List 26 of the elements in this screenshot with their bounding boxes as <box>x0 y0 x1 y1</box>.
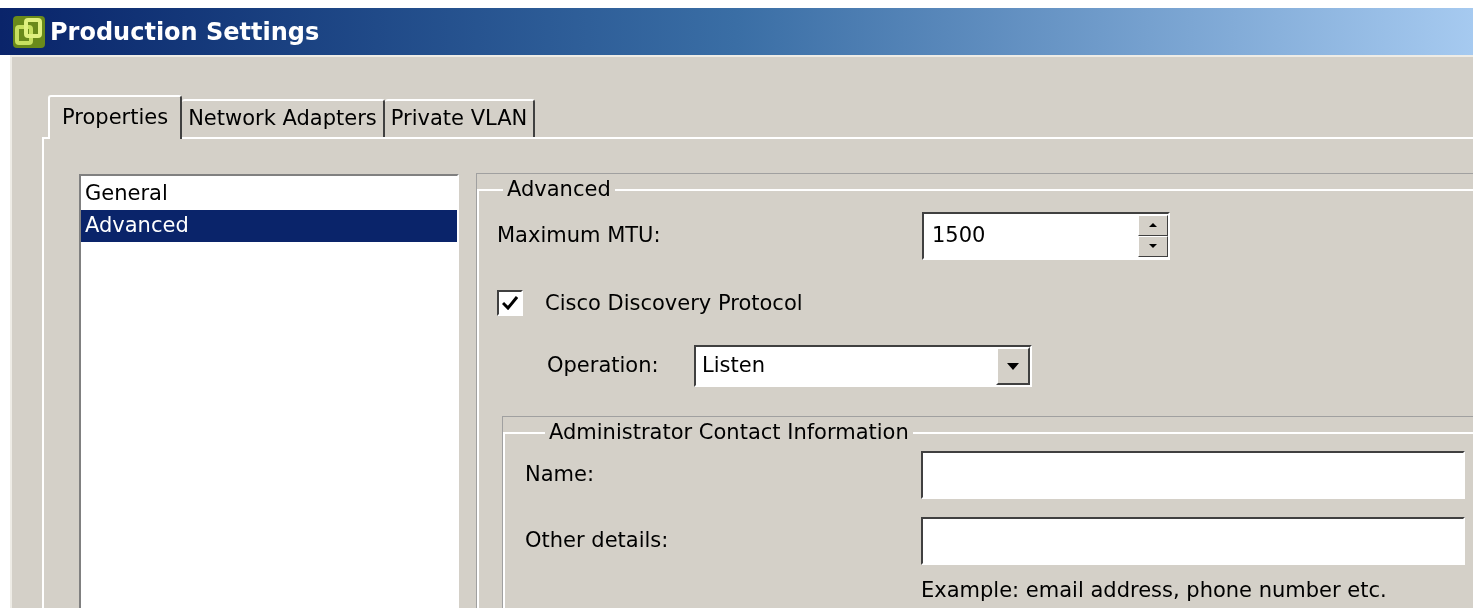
down-arrow-icon <box>1149 244 1157 248</box>
field-label: Maximum MTU: <box>497 221 662 249</box>
spin-down-button[interactable] <box>1138 235 1168 257</box>
checkbox-label: Cisco Discovery Protocol <box>545 289 803 317</box>
checkbox[interactable] <box>497 290 523 317</box>
list-item[interactable]: Advanced <box>81 210 457 242</box>
field-label: Name: <box>525 460 596 488</box>
group-title: Administrator Contact Information <box>548 419 910 446</box>
tab[interactable]: Network Adapters <box>182 99 385 137</box>
field-label: Operation: <box>547 352 660 380</box>
check-icon <box>502 296 518 311</box>
input-field[interactable] <box>921 516 1465 565</box>
group-title: Advanced <box>506 176 612 203</box>
app-logo-icon <box>12 14 46 49</box>
tab[interactable]: Private VLAN <box>384 99 536 137</box>
field-label: Other details: <box>525 526 670 554</box>
window-title: Production Settings <box>50 16 320 48</box>
spinner-field[interactable]: 1500 <box>922 211 1170 260</box>
spin-up-button[interactable] <box>1138 214 1168 236</box>
up-arrow-icon <box>1149 223 1157 227</box>
tab[interactable]: Properties <box>48 95 183 139</box>
input-field[interactable] <box>921 450 1465 499</box>
list-item[interactable]: General <box>81 178 457 210</box>
caret-icon <box>1007 362 1019 370</box>
hint-text: Example: email address, phone number etc. <box>921 576 1388 604</box>
dropdown[interactable]: Listen <box>694 345 1032 387</box>
